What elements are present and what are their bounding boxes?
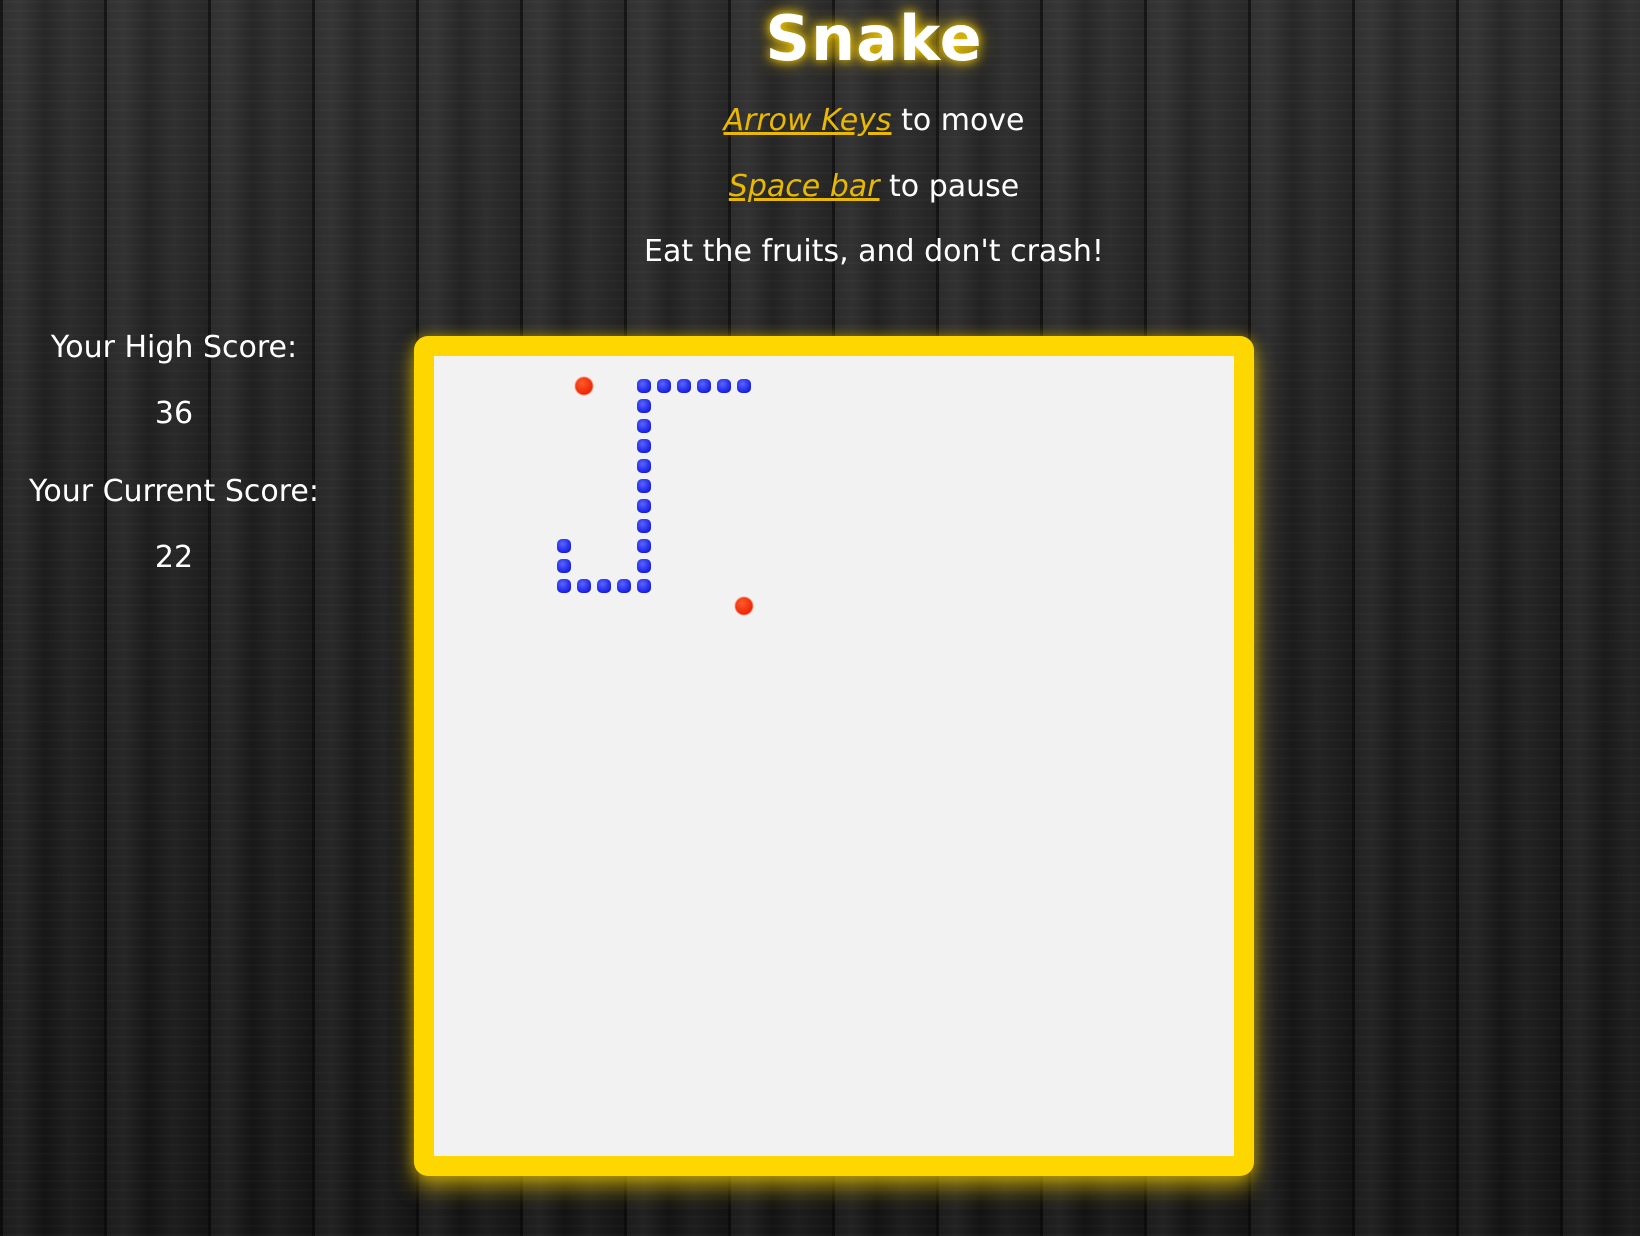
snake-segment: [557, 559, 571, 573]
snake-segment: [637, 399, 651, 413]
snake-head: [737, 379, 751, 393]
high-score-label: Your High Score:: [50, 330, 298, 365]
game-title: Snake: [765, 2, 983, 75]
snake-segment: [557, 539, 571, 553]
current-score-value: 22: [154, 540, 194, 575]
snake-segment: [637, 479, 651, 493]
snake-segment: [637, 559, 651, 573]
snake-segment: [577, 579, 591, 593]
pause-instruction: Space bar to pause: [0, 169, 1640, 204]
snake-segment: [557, 579, 571, 593]
snake-segment: [617, 579, 631, 593]
snake-segment: [637, 439, 651, 453]
fruit: [574, 376, 594, 396]
snake-segment: [637, 459, 651, 473]
snake-segment: [637, 519, 651, 533]
pause-instruction-text: to pause: [879, 169, 1020, 204]
current-score-label: Your Current Score:: [29, 474, 319, 509]
snake-segment: [637, 579, 651, 593]
snake-segment: [637, 379, 651, 393]
snake-segment: [637, 499, 651, 513]
arrow-keys-link[interactable]: Arrow Keys: [723, 103, 891, 138]
space-bar-link[interactable]: Space bar: [729, 169, 880, 204]
move-instruction: Arrow Keys to move: [0, 103, 1640, 138]
snake-segment: [677, 379, 691, 393]
snake-segment: [637, 539, 651, 553]
goal-instruction: Eat the fruits, and don't crash!: [644, 234, 1104, 269]
snake-segment: [597, 579, 611, 593]
snake-segment: [697, 379, 711, 393]
game-board[interactable]: [434, 356, 1234, 1156]
fruit: [734, 596, 754, 616]
game-board-frame: [414, 336, 1254, 1176]
high-score-value: 36: [154, 396, 194, 431]
move-instruction-text: to move: [891, 103, 1025, 138]
snake-segment: [637, 419, 651, 433]
snake-segment: [717, 379, 731, 393]
snake-segment: [657, 379, 671, 393]
